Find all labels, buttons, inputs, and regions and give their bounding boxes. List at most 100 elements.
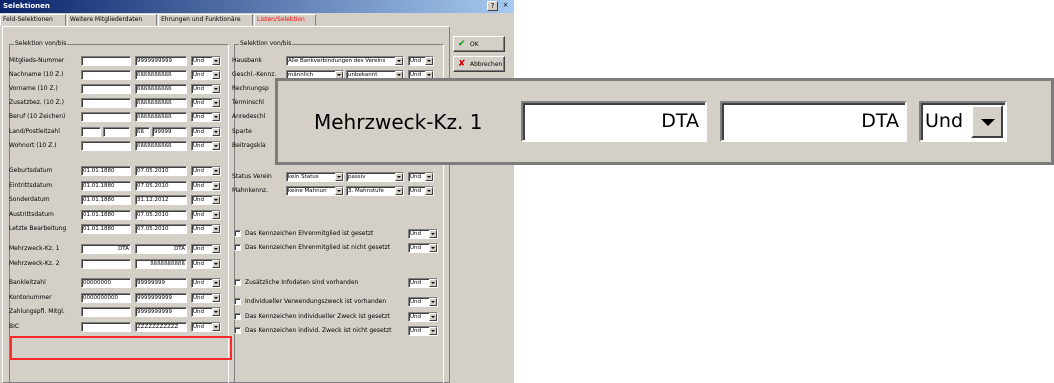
chevron-down-icon[interactable] [425,173,433,181]
chevron-down-icon[interactable] [425,57,433,65]
operator-select[interactable]: Und [191,127,221,137]
status-from-select[interactable]: kein Status [286,172,344,182]
chevron-down-icon[interactable] [395,187,403,195]
from-input[interactable]: DTA [81,244,131,254]
checkbox[interactable] [234,327,241,334]
country-to-input[interactable]: ßß [135,127,150,137]
operator-select[interactable]: Und [191,210,221,220]
cancel-button[interactable]: ✘ Abbrechen [453,56,505,72]
mahn-to-select[interactable]: 3. Mahnstufe [346,186,404,196]
chevron-down-icon[interactable] [212,308,220,316]
ok-button[interactable]: ✔ OK [453,36,505,52]
chevron-down-icon[interactable] [429,230,437,238]
from-input[interactable] [81,141,131,151]
operator-select[interactable]: Und [191,56,221,66]
checkbox[interactable] [234,279,241,286]
chevron-down-icon[interactable] [395,57,403,65]
operator-select[interactable]: Und [191,181,221,191]
from-input[interactable] [81,112,131,122]
chevron-down-icon[interactable] [212,294,220,302]
from-input[interactable] [81,84,131,94]
tab-feld-selektionen[interactable]: Feld-Selektionen [0,14,66,26]
chevron-down-icon[interactable] [212,245,220,253]
from-input[interactable]: 01.01.1880 [81,181,131,191]
chevron-down-icon[interactable] [429,244,437,252]
hausbank-op-select[interactable]: Und [408,56,434,66]
chevron-down-icon[interactable] [212,113,220,121]
chevron-down-icon[interactable] [212,71,220,79]
to-input[interactable]: ßßßßßßßßßß [135,112,187,122]
chevron-down-icon[interactable] [429,279,437,287]
chevron-down-icon[interactable] [212,99,220,107]
checkbox-op-select[interactable]: Und [408,297,438,307]
zip-to-input[interactable]: 99999 [152,127,187,137]
from-input[interactable] [81,98,131,108]
from-input[interactable] [81,307,131,317]
to-input[interactable]: ßßßßßßßßßß [135,98,187,108]
zoom-op-select[interactable]: Und [919,101,1007,142]
chevron-down-icon[interactable] [212,182,220,190]
from-input[interactable]: 01.01.1880 [81,210,131,220]
checkbox[interactable] [234,244,241,251]
tab-weitere-mitgliederdaten[interactable]: Weitere Mitgliederdaten [67,14,157,26]
operator-select[interactable]: Und [191,259,221,269]
to-input[interactable]: 07.05.2010 [135,166,187,176]
close-button[interactable]: × [500,1,511,11]
chevron-down-icon[interactable] [429,327,437,335]
mahn-from-select[interactable]: keine Mahnun [286,186,344,196]
to-input[interactable]: ßßßßßßßßßß [135,84,187,94]
zoom-from-input[interactable]: DTA [521,101,707,142]
from-input[interactable] [81,56,131,66]
help-button[interactable]: ? [487,1,498,11]
operator-select[interactable]: Und [191,322,221,332]
from-input[interactable]: 01.01.1880 [81,195,131,205]
checkbox[interactable] [234,298,241,305]
hausbank-select[interactable]: Alle Bankverbindungen des Vereins [286,56,404,66]
zoom-to-input[interactable]: DTA [720,101,907,142]
checkbox-op-select[interactable]: Und [408,326,438,336]
operator-select[interactable]: Und [191,166,221,176]
to-input[interactable]: 9999999999 [135,56,187,66]
operator-select[interactable]: Und [191,293,221,303]
to-input[interactable]: ßßßßßßßßßß [135,70,187,80]
tab-ehrungen-und-funktionaere[interactable]: Ehrungen und Funktionäre [158,14,253,26]
operator-select[interactable]: Und [191,195,221,205]
to-input[interactable]: ßßßßßßßßßß [135,141,187,151]
chevron-down-icon[interactable] [335,187,343,195]
to-input[interactable]: 9999999999 [135,307,187,317]
chevron-down-icon[interactable] [212,323,220,331]
checkbox[interactable] [234,230,241,237]
from-input[interactable] [81,259,131,269]
to-input[interactable]: 99999999 [135,278,187,288]
operator-select[interactable]: Und [191,141,221,151]
operator-select[interactable]: Und [191,307,221,317]
operator-select[interactable]: Und [191,244,221,254]
to-input[interactable]: ßßßßßßßßßß [135,259,187,269]
chevron-down-icon[interactable] [425,187,433,195]
to-input[interactable]: 07.05.2010 [135,210,187,220]
status-op-select[interactable]: Und [408,172,434,182]
checkbox-op-select[interactable]: Und [408,312,438,322]
checkbox-op-select[interactable]: Und [408,278,438,288]
chevron-down-icon[interactable] [212,128,220,136]
checkbox-op-select[interactable]: Und [408,229,438,239]
zip-from-input[interactable] [103,127,130,137]
from-input[interactable]: 01.01.1880 [81,166,131,176]
chevron-down-icon[interactable] [971,105,1003,138]
from-input[interactable]: 01.01.1880 [81,224,131,234]
from-input[interactable]: 00000000 [81,278,131,288]
from-input[interactable] [81,70,131,80]
tab-listen-selektion[interactable]: Listen/Selektion [254,14,316,26]
chevron-down-icon[interactable] [212,225,220,233]
chevron-down-icon[interactable] [212,142,220,150]
chevron-down-icon[interactable] [212,85,220,93]
chevron-down-icon[interactable] [335,173,343,181]
to-input[interactable]: 31.12.2012 [135,195,187,205]
chevron-down-icon[interactable] [212,57,220,65]
to-input[interactable]: 9999999999 [135,293,187,303]
chevron-down-icon[interactable] [212,279,220,287]
checkbox[interactable] [234,313,241,320]
from-input[interactable] [81,322,131,332]
operator-select[interactable]: Und [191,84,221,94]
checkbox-op-select[interactable]: Und [408,243,438,253]
